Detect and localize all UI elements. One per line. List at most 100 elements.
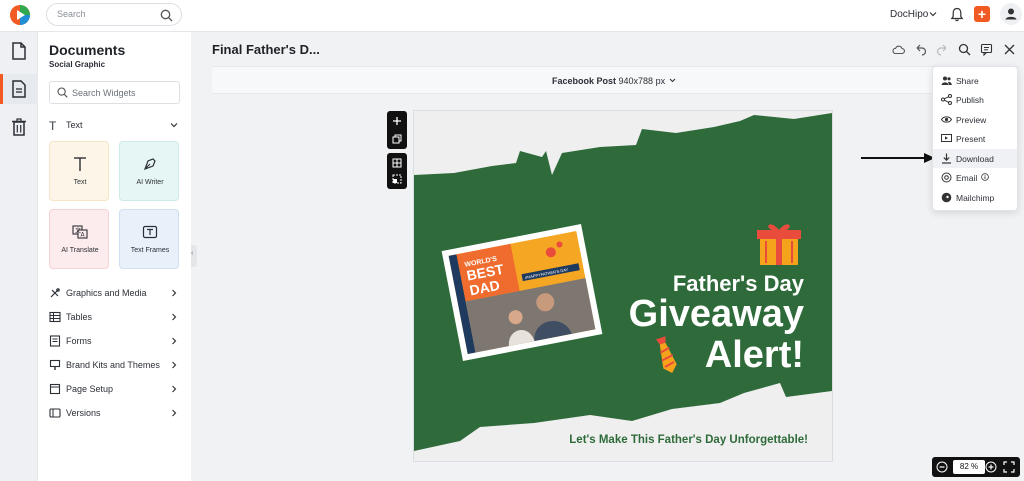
comment-icon[interactable] bbox=[980, 43, 993, 56]
add-page-icon[interactable] bbox=[392, 116, 402, 126]
chevron-right-icon bbox=[172, 313, 177, 321]
menu-label: Graphics and Media bbox=[66, 288, 147, 298]
pointer-arrow bbox=[861, 153, 935, 163]
menu-item-preview[interactable]: Preview bbox=[933, 110, 1017, 129]
menu-graphics-and-media[interactable]: Graphics and Media bbox=[49, 286, 180, 302]
rail-documents[interactable] bbox=[0, 74, 38, 104]
menu-item-publish[interactable]: Publish bbox=[933, 90, 1017, 109]
create-new-button[interactable]: + bbox=[974, 6, 990, 22]
menu-item-download[interactable]: Download bbox=[933, 149, 1017, 168]
ai-writer-tile[interactable]: AI Writer bbox=[119, 141, 179, 201]
menu-brand-kits-and-themes[interactable]: Brand Kits and Themes bbox=[49, 358, 180, 374]
menu-item-email[interactable]: Email bbox=[933, 168, 1017, 187]
design-title-line-2: Alert! bbox=[705, 334, 804, 376]
menu-page-setup[interactable]: Page Setup bbox=[49, 382, 180, 398]
menu-item-label: Download bbox=[956, 154, 994, 164]
menu-item-share[interactable]: Share bbox=[933, 71, 1017, 90]
table-icon bbox=[49, 311, 61, 323]
form-icon bbox=[49, 335, 61, 347]
document-icon bbox=[12, 42, 26, 60]
tile-label: AI Translate bbox=[61, 247, 99, 254]
menu-label: Tables bbox=[66, 312, 93, 322]
tile-label: AI Writer bbox=[136, 179, 164, 186]
info-icon[interactable] bbox=[981, 173, 989, 181]
panel-title: Documents bbox=[49, 42, 126, 58]
redo-icon[interactable] bbox=[936, 43, 949, 56]
menu-item-label: Mailchimp bbox=[956, 193, 995, 203]
widget-search-placeholder: Search Widgets bbox=[72, 88, 136, 98]
top-bar: Search DocHipo + bbox=[0, 0, 1024, 32]
bell-icon[interactable] bbox=[950, 7, 964, 22]
users-icon bbox=[941, 76, 952, 85]
search-input[interactable]: Search bbox=[46, 3, 182, 26]
trash-icon bbox=[12, 118, 26, 136]
pen-nib-icon bbox=[143, 158, 156, 171]
design-canvas[interactable]: WORLD'S BEST DAD #HAPPYFATHER'S DAY Fath… bbox=[413, 110, 833, 462]
chevron-right-icon bbox=[172, 385, 177, 393]
avatar[interactable] bbox=[1000, 3, 1022, 25]
panel-subtitle: Social Graphic bbox=[49, 60, 106, 69]
chevron-right-icon bbox=[172, 289, 177, 297]
zoom-in-icon[interactable] bbox=[985, 461, 997, 473]
tile-label: Text bbox=[73, 179, 87, 186]
text-frame-icon bbox=[142, 225, 158, 239]
grid-icon[interactable] bbox=[392, 158, 402, 168]
zoom-level[interactable]: 82 % bbox=[953, 460, 985, 474]
text-section-header[interactable]: T Text bbox=[49, 118, 180, 134]
menu-item-mailchimp[interactable]: Mailchimp bbox=[933, 188, 1017, 207]
search-icon[interactable] bbox=[160, 9, 173, 22]
share-nodes-icon bbox=[941, 94, 952, 105]
duplicate-page-icon[interactable] bbox=[392, 134, 402, 144]
gift-box-graphic bbox=[757, 224, 801, 265]
chevron-left-icon: ‹ bbox=[191, 250, 194, 257]
menu-versions[interactable]: Versions bbox=[49, 406, 180, 422]
chevron-down-icon[interactable] bbox=[669, 77, 676, 84]
resize-page-icon[interactable] bbox=[392, 174, 402, 184]
chevron-right-icon bbox=[172, 409, 177, 417]
ai-translate-tile[interactable]: 文A AI Translate bbox=[49, 209, 109, 269]
presentation-icon bbox=[941, 134, 952, 142]
search-placeholder: Search bbox=[57, 9, 86, 19]
brand-kit-icon bbox=[49, 359, 61, 370]
search-icon bbox=[57, 87, 68, 98]
menu-item-present[interactable]: Present bbox=[933, 129, 1017, 148]
page-size-dims: 940x788 px bbox=[618, 76, 666, 86]
search-icon[interactable] bbox=[958, 43, 971, 56]
versions-icon bbox=[49, 408, 61, 418]
fullscreen-icon[interactable] bbox=[1003, 461, 1015, 473]
dochipo-logo[interactable] bbox=[9, 4, 31, 26]
widgets-panel: Documents Social Graphic Search Widgets … bbox=[38, 32, 191, 481]
page-size-selector[interactable]: Facebook Post 940x788 px bbox=[552, 76, 665, 86]
text-icon: T bbox=[49, 119, 57, 133]
menu-label: Forms bbox=[66, 336, 92, 346]
cloud-save-icon[interactable] bbox=[892, 43, 905, 56]
document-title[interactable]: Final Father's D... bbox=[212, 42, 320, 57]
rail-new-document[interactable] bbox=[0, 36, 38, 66]
workspace-name[interactable]: DocHipo bbox=[890, 9, 928, 20]
chevron-down-icon[interactable] bbox=[929, 10, 937, 18]
zoom-out-icon[interactable] bbox=[936, 461, 948, 473]
undo-icon[interactable] bbox=[914, 43, 927, 56]
text-icon bbox=[74, 157, 86, 171]
left-rail bbox=[0, 32, 38, 481]
mailchimp-icon bbox=[941, 192, 952, 203]
chevron-right-icon bbox=[172, 361, 177, 369]
menu-tables[interactable]: Tables bbox=[49, 310, 180, 326]
documents-icon bbox=[12, 80, 26, 98]
design-tagline: Let's Make This Father's Day Unforgettab… bbox=[569, 434, 808, 446]
panel-collapse-handle[interactable]: ‹ bbox=[191, 245, 197, 267]
menu-label: Page Setup bbox=[66, 384, 114, 394]
page-setup-icon bbox=[49, 383, 61, 395]
menu-item-label: Present bbox=[956, 134, 986, 144]
close-icon[interactable] bbox=[1003, 43, 1016, 56]
menu-item-label: Email bbox=[956, 173, 978, 183]
rail-trash[interactable] bbox=[0, 112, 38, 142]
menu-forms[interactable]: Forms bbox=[49, 334, 180, 350]
at-sign-icon bbox=[941, 172, 952, 183]
text-widget-tile[interactable]: Text bbox=[49, 141, 109, 201]
zoom-control: 82 % bbox=[932, 457, 1020, 477]
download-icon bbox=[942, 153, 951, 164]
text-frames-tile[interactable]: Text Frames bbox=[119, 209, 179, 269]
widget-search-input[interactable]: Search Widgets bbox=[49, 81, 180, 104]
canvas-tool-group-1 bbox=[387, 111, 407, 149]
